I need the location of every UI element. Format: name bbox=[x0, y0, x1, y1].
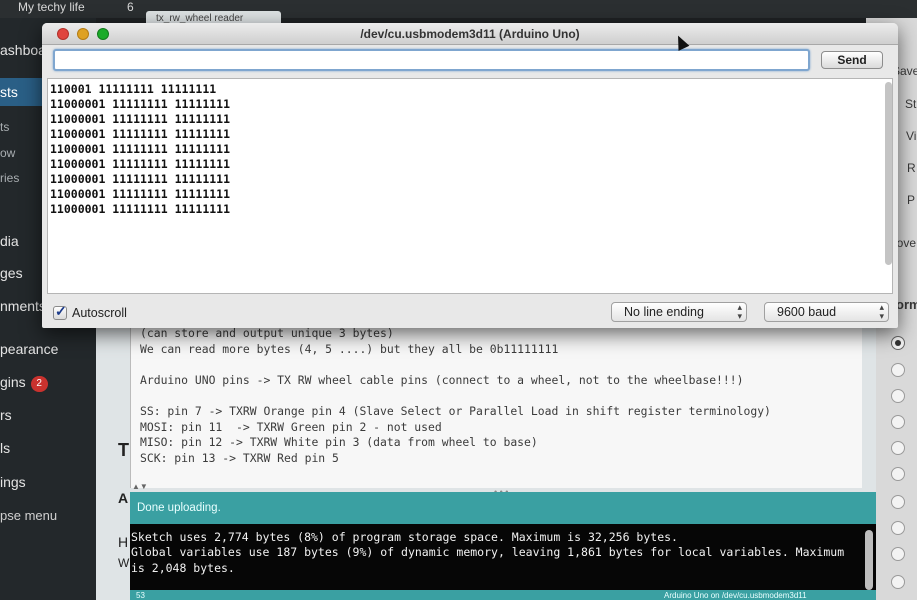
serial-monitor-window: /dev/cu.usbmodem3d11 (Arduino Uno) Send … bbox=[42, 23, 898, 328]
format-heading: orm bbox=[896, 297, 917, 312]
format-radio-8[interactable] bbox=[891, 521, 905, 535]
serial-send-input[interactable] bbox=[53, 49, 810, 71]
format-radio-4[interactable] bbox=[891, 415, 905, 429]
format-radio-6[interactable] bbox=[891, 467, 905, 481]
autoscroll-label: Autoscroll bbox=[72, 306, 127, 320]
sidebar-item-plugins[interactable]: gins 2 bbox=[0, 374, 48, 392]
ide-side-glyph: W bbox=[118, 556, 130, 570]
format-radio-standard[interactable] bbox=[891, 336, 905, 350]
plugins-update-badge: 2 bbox=[30, 376, 48, 392]
sidebar-item-users[interactable]: rs bbox=[0, 407, 12, 423]
code-line: Arduino UNO pins -> TX RW wheel cable pi… bbox=[140, 373, 744, 387]
sidebar-subitem-add-new[interactable]: ow bbox=[0, 146, 15, 160]
updown-chevron-icon: ▴ ▾ bbox=[737, 302, 742, 321]
console-scrollbar[interactable] bbox=[865, 530, 873, 590]
sidebar-subitem-categories[interactable]: ries bbox=[0, 171, 19, 185]
line-ending-value: No line ending bbox=[624, 305, 704, 319]
publish-visibility: Vi bbox=[906, 129, 917, 143]
sidebar-item-media[interactable]: dia bbox=[0, 233, 19, 249]
publish-revisions: R bbox=[907, 161, 916, 175]
format-radio-3[interactable] bbox=[891, 389, 905, 403]
format-radio-9[interactable] bbox=[891, 547, 905, 561]
updown-chevron-icon: ▴ ▾ bbox=[879, 302, 884, 321]
wp-admin-bar: My techy life 6 bbox=[0, 0, 917, 18]
site-name-link[interactable]: My techy life bbox=[18, 0, 85, 15]
board-port-label: Arduino Uno on /dev/cu.usbmodem3d11 bbox=[664, 591, 807, 600]
serial-output-line: 11000001 11111111 11111111 bbox=[50, 142, 231, 156]
serial-output-line: 11000001 11111111 11111111 bbox=[50, 187, 231, 201]
serial-output-line: 11000001 11111111 11111111 bbox=[50, 112, 231, 126]
console-line: Global variables use 187 bytes (9%) of d… bbox=[131, 545, 845, 559]
sidebar-item-tools[interactable]: ls bbox=[0, 440, 10, 456]
ide-side-glyph: H bbox=[118, 534, 129, 550]
console-line: Sketch uses 2,774 bytes (8%) of program … bbox=[131, 530, 678, 544]
output-scrollbar[interactable] bbox=[885, 82, 892, 265]
serial-output-line: 11000001 11111111 11111111 bbox=[50, 172, 231, 186]
baud-rate-value: 9600 baud bbox=[777, 305, 837, 319]
code-line: MOSI: pin 11 -> TXRW Green pin 2 - not u… bbox=[140, 420, 442, 434]
code-line: We can read more bytes (4, 5 ....) but t… bbox=[140, 342, 559, 356]
serial-output-line: 110001 11111111 11111111 bbox=[50, 82, 217, 96]
sidebar-item-pages[interactable]: ges bbox=[0, 265, 23, 281]
sidebar-collapse-menu[interactable]: pse menu bbox=[0, 508, 57, 523]
publish-immediately: P bbox=[907, 193, 916, 207]
sidebar-item-comments[interactable]: nments bbox=[0, 298, 46, 314]
radio-dot-icon bbox=[895, 340, 901, 346]
line-number: 53 bbox=[136, 591, 145, 600]
ide-status-bar bbox=[130, 492, 876, 524]
collapse-arrows-icon[interactable]: ▲▼ bbox=[132, 482, 148, 491]
send-button[interactable]: Send bbox=[821, 51, 883, 69]
serial-output[interactable]: 110001 11111111 11111111 11000001 111111… bbox=[47, 78, 893, 294]
format-radio-7[interactable] bbox=[891, 495, 905, 509]
console-line: is 2,048 bytes. bbox=[131, 561, 235, 575]
window-titlebar[interactable]: /dev/cu.usbmodem3d11 (Arduino Uno) bbox=[42, 23, 898, 45]
format-radio-10[interactable] bbox=[891, 575, 905, 589]
code-line: MISO: pin 12 -> TXRW White pin 3 (data f… bbox=[140, 435, 538, 449]
serial-output-line: 11000001 11111111 11111111 bbox=[50, 97, 231, 111]
line-ending-select[interactable]: No line ending ▴ ▾ bbox=[611, 302, 747, 322]
upload-status-text: Done uploading. bbox=[137, 502, 221, 514]
format-radio-5[interactable] bbox=[891, 441, 905, 455]
code-line: (can store and output unique 3 bytes) bbox=[140, 326, 394, 340]
window-title: /dev/cu.usbmodem3d11 (Arduino Uno) bbox=[360, 27, 580, 41]
format-radio-2[interactable] bbox=[891, 363, 905, 377]
sidebar-subitem-all-posts[interactable]: ts bbox=[0, 120, 9, 134]
serial-output-line: 11000001 11111111 11111111 bbox=[50, 202, 231, 216]
publish-status: St bbox=[905, 97, 917, 111]
checkmark-icon: ✓ bbox=[55, 303, 67, 319]
autoscroll-checkbox[interactable]: ✓ bbox=[53, 303, 67, 320]
serial-output-line: 11000001 11111111 11111111 bbox=[50, 157, 231, 171]
serial-output-line: 11000001 11111111 11111111 bbox=[50, 127, 231, 141]
code-line: SCK: pin 13 -> TXRW Red pin 5 bbox=[140, 451, 339, 465]
sidebar-item-appearance[interactable]: pearance bbox=[0, 341, 58, 357]
ide-side-glyph: T bbox=[118, 440, 129, 460]
code-line: SS: pin 7 -> TXRW Orange pin 4 (Slave Se… bbox=[140, 404, 771, 418]
comment-count[interactable]: 6 bbox=[127, 0, 134, 15]
ide-side-glyph: A bbox=[118, 490, 129, 506]
baud-rate-select[interactable]: 9600 baud ▴ ▾ bbox=[764, 302, 889, 322]
sidebar-item-settings[interactable]: ings bbox=[0, 474, 26, 490]
sidebar-item-plugins-label: gins bbox=[0, 374, 26, 390]
